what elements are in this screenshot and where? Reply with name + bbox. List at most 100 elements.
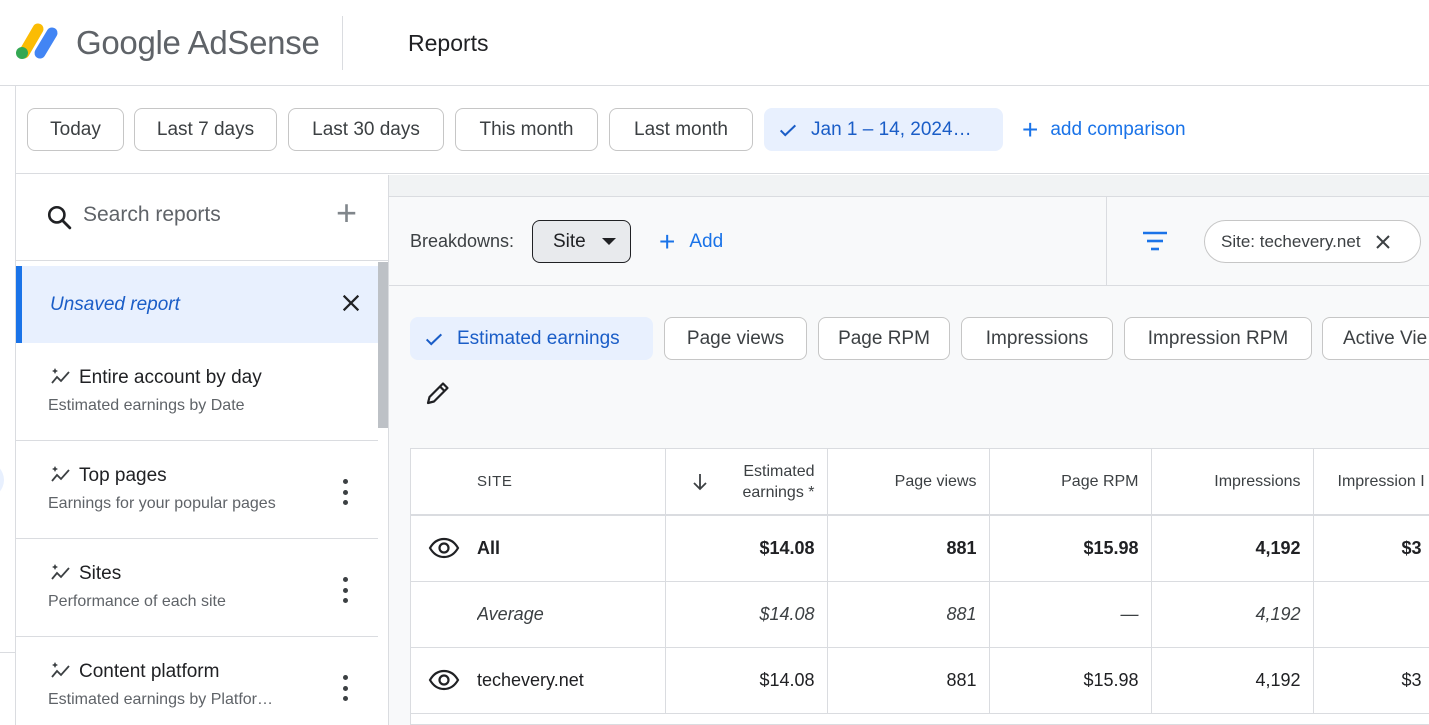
- table-header-row: SITE Estimated earnings * Page views Pag…: [411, 449, 1429, 516]
- report-item-content-platform[interactable]: Content platform Estimated earnings by P…: [16, 637, 378, 725]
- report-item-entire-account-by-day[interactable]: Entire account by day Estimated earnings…: [16, 343, 378, 441]
- plus-icon: +: [1022, 114, 1039, 145]
- date-chip-last-30-days[interactable]: Last 30 days: [288, 108, 444, 151]
- report-item-subtitle: Earnings for your popular pages: [48, 495, 276, 512]
- column-header-impression-rpm[interactable]: Impression I: [1313, 449, 1429, 516]
- visibility-header: [411, 449, 477, 516]
- filter-icon[interactable]: [1142, 230, 1168, 252]
- column-header-site[interactable]: SITE: [477, 449, 666, 516]
- page-title: Reports: [408, 30, 489, 56]
- close-icon[interactable]: [340, 292, 362, 314]
- arrow-down-icon: [693, 473, 708, 490]
- table-cell-impression-rpm: $3: [1313, 647, 1429, 714]
- table-cell-earnings: $14.08: [665, 515, 828, 582]
- breakdowns-label: Breakdowns:: [410, 231, 515, 251]
- header-divider: [342, 16, 343, 70]
- metric-chip-estimated-earnings[interactable]: Estimated earnings: [410, 317, 653, 360]
- breakdowns-bar: Breakdowns: Site + Add Site: techevery.n…: [389, 197, 1429, 286]
- column-header-page-rpm[interactable]: Page RPM: [989, 449, 1152, 516]
- breakdown-site-dropdown[interactable]: Site: [532, 220, 631, 263]
- breakdown-filter-divider: [1106, 197, 1107, 286]
- unsaved-report-item[interactable]: Unsaved report: [16, 266, 378, 343]
- metric-chip-impression-rpm[interactable]: Impression RPM: [1124, 317, 1312, 360]
- eye-icon[interactable]: [428, 537, 460, 559]
- table-cell-page-rpm: —: [989, 581, 1152, 648]
- create-report-plus-icon[interactable]: +: [336, 195, 357, 231]
- table-cell-impression-rpm: [1313, 581, 1429, 648]
- check-icon: [779, 124, 797, 136]
- add-comparison-button[interactable]: + add comparison: [1022, 116, 1186, 144]
- metric-chip-impressions[interactable]: Impressions: [961, 317, 1113, 360]
- report-item-sites[interactable]: Sites Performance of each site: [16, 539, 378, 637]
- visibility-toggle[interactable]: [411, 647, 477, 714]
- estimated-header-line1: Estimated: [743, 462, 815, 480]
- date-chip-today[interactable]: Today: [27, 108, 124, 151]
- more-vert-icon[interactable]: [336, 577, 354, 603]
- product-name[interactable]: Google AdSense: [76, 24, 320, 62]
- date-chip-custom-selected[interactable]: Jan 1 – 14, 2024…: [764, 108, 1003, 151]
- add-breakdown-button[interactable]: + Add: [659, 228, 723, 256]
- table-cell-site: All: [477, 515, 666, 582]
- nav-rail-active-indicator[interactable]: [0, 462, 4, 498]
- add-comparison-label: add comparison: [1050, 119, 1186, 140]
- report-main-panel: Breakdowns: Site + Add Site: techevery.n…: [389, 175, 1429, 725]
- date-chip-last-7-days[interactable]: Last 7 days: [134, 108, 277, 151]
- report-item-title: Content platform: [79, 661, 220, 682]
- site-filter-label: Site: techevery.net: [1221, 231, 1361, 251]
- report-item-subtitle: Estimated earnings by Date: [48, 397, 245, 414]
- date-chip-last-month[interactable]: Last month: [609, 108, 753, 151]
- visibility-toggle[interactable]: [411, 515, 477, 582]
- estimated-header-line2: earnings *: [742, 483, 815, 501]
- adsense-logo-icon[interactable]: [14, 19, 62, 61]
- breakdown-selected-value: Site: [553, 230, 586, 252]
- report-item-title: Sites: [79, 563, 122, 584]
- eye-icon[interactable]: [428, 669, 460, 691]
- sidebar-scrollbar[interactable]: [378, 262, 388, 428]
- date-chip-this-month[interactable]: This month: [455, 108, 598, 151]
- auto-report-sparkle-icon: [51, 368, 70, 384]
- more-vert-icon[interactable]: [336, 675, 354, 701]
- table-cell-page-views: 881: [827, 581, 990, 648]
- table-row[interactable]: techevery.net $14.08 881 $15.98 4,192 $3: [411, 647, 1429, 714]
- chart-area-edge: [389, 175, 1429, 197]
- date-range-bar: Today Last 7 days Last 30 days This mont…: [16, 86, 1429, 174]
- table-cell-page-rpm: $15.98: [989, 515, 1152, 582]
- table-cell-page-views: 881: [827, 515, 990, 582]
- caret-down-icon: [601, 238, 616, 245]
- edit-pencil-icon[interactable]: [424, 379, 452, 407]
- column-header-page-views[interactable]: Page views: [827, 449, 990, 516]
- search-icon: [47, 205, 72, 230]
- report-item-title: Entire account by day: [79, 367, 262, 388]
- search-reports-row: +: [16, 175, 388, 261]
- check-icon: [425, 333, 443, 345]
- metric-selector-row: Estimated earnings Page views Page RPM I…: [389, 317, 1429, 361]
- table-row-total: All $14.08 881 $15.98 4,192 $3: [411, 515, 1429, 582]
- add-breakdown-label: Add: [689, 231, 724, 252]
- table-cell-site: Average: [477, 581, 666, 648]
- table-cell-impressions: 4,192: [1151, 647, 1314, 714]
- more-vert-icon[interactable]: [336, 479, 354, 505]
- selected-date-range-label: Jan 1 – 14, 2024…: [811, 118, 972, 140]
- auto-report-sparkle-icon: [51, 662, 70, 678]
- auto-report-sparkle-icon: [51, 564, 70, 580]
- table-cell-earnings: $14.08: [665, 647, 828, 714]
- reports-sidebar: + Unsaved report Entire account by day E…: [16, 175, 389, 725]
- report-item-subtitle: Performance of each site: [48, 593, 226, 610]
- report-item-top-pages[interactable]: Top pages Earnings for your popular page…: [16, 441, 378, 539]
- table-cell-site: techevery.net: [477, 647, 666, 714]
- search-reports-input[interactable]: [83, 203, 323, 227]
- report-item-subtitle: Estimated earnings by Platfor…: [48, 691, 273, 708]
- column-header-impressions[interactable]: Impressions: [1151, 449, 1314, 516]
- metric-chip-label: Estimated earnings: [457, 327, 620, 349]
- close-icon[interactable]: [1375, 234, 1391, 250]
- metric-chip-active-view[interactable]: Active Vie: [1322, 317, 1429, 360]
- site-filter-chip[interactable]: Site: techevery.net: [1204, 220, 1421, 263]
- metric-chip-page-rpm[interactable]: Page RPM: [818, 317, 950, 360]
- table-cell-impressions: 4,192: [1151, 515, 1314, 582]
- metric-chip-page-views[interactable]: Page views: [664, 317, 807, 360]
- column-header-estimated-earnings[interactable]: Estimated earnings *: [665, 449, 828, 516]
- visibility-cell-empty: [411, 581, 477, 648]
- unsaved-report-label: Unsaved report: [50, 294, 180, 315]
- table-cell-impressions: 4,192: [1151, 581, 1314, 648]
- table-cell-impression-rpm: $3: [1313, 515, 1429, 582]
